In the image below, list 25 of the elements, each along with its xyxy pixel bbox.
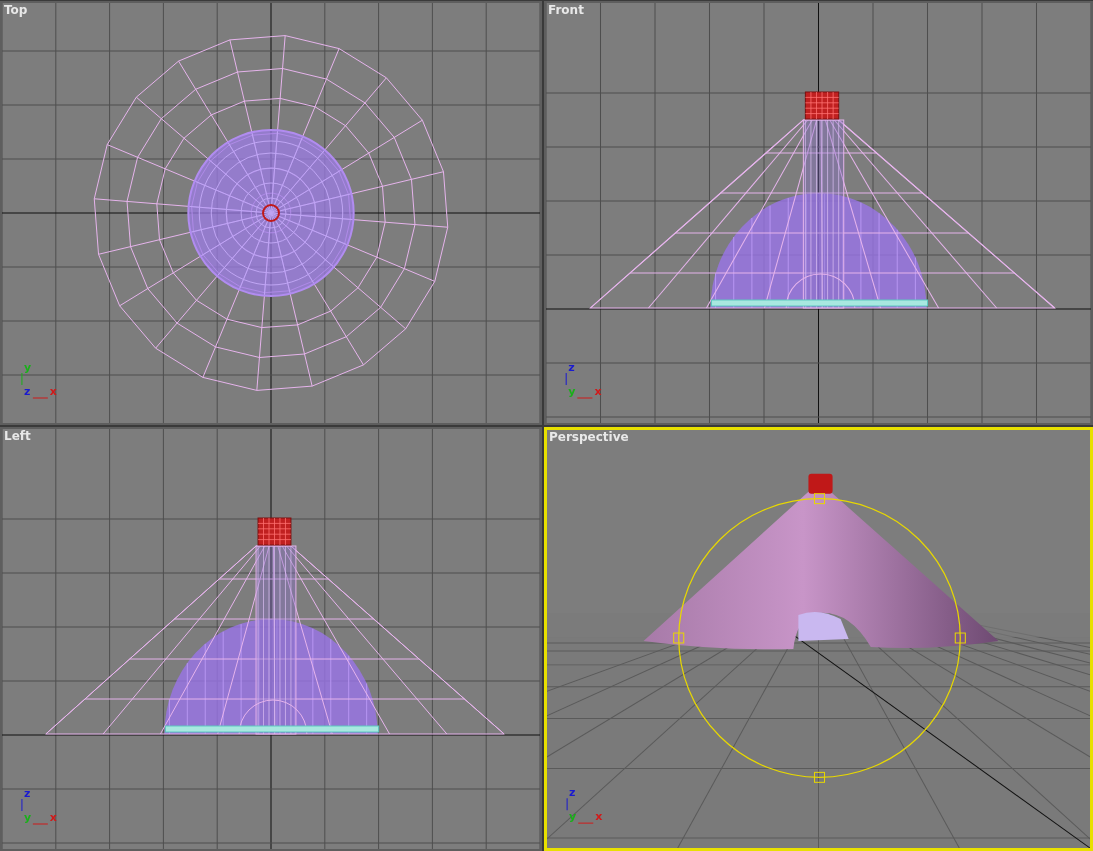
axis-tripod-icon xyxy=(565,372,593,399)
viewport[interactable]: Left z y x xyxy=(0,427,542,851)
viewport[interactable]: Front z y x xyxy=(544,1,1093,425)
axis-label: y xyxy=(568,385,576,398)
axis-label: x xyxy=(49,385,57,398)
viewport-title: Top xyxy=(4,3,28,17)
axis-label: y xyxy=(23,361,32,374)
viewport-title: Front xyxy=(548,3,584,17)
viewport-title: Perspective xyxy=(549,430,629,444)
axis-tripod-icon xyxy=(21,798,49,825)
axis-label: z xyxy=(569,786,576,800)
axis-label: x xyxy=(49,811,57,824)
selection-gizmo-icon xyxy=(673,493,966,783)
axis-label: x xyxy=(594,385,602,398)
axis-label: z xyxy=(568,361,575,374)
viewport[interactable]: Perspective z y x xyxy=(544,427,1093,851)
viewport-title: Left xyxy=(4,429,31,443)
axis-label: z xyxy=(23,787,31,800)
axis-tripod-icon xyxy=(21,372,49,399)
axis-label: y xyxy=(569,810,577,824)
axis-tripod-icon xyxy=(566,797,594,824)
viewport[interactable]: Top y z x xyxy=(0,1,542,425)
axis-label: z xyxy=(23,385,31,398)
axis-label: x xyxy=(595,810,603,824)
axis-label: y xyxy=(23,811,32,824)
